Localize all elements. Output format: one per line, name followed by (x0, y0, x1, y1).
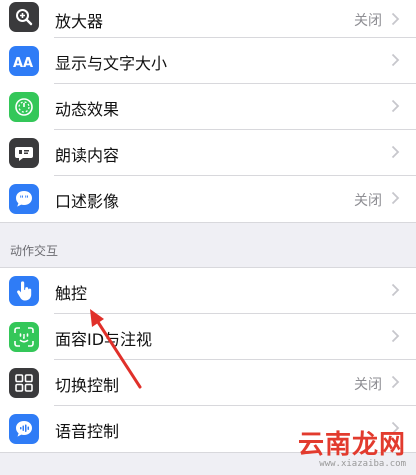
section-header-interaction: 动作交互 (0, 223, 416, 267)
watermark: 云南龙网 www.xiazaiba.com (298, 424, 406, 469)
touch-hand-icon (9, 276, 39, 306)
settings-row-label: 放大器 (55, 12, 104, 31)
settings-row-face-id-attention[interactable]: 面容ID与注视 (0, 314, 416, 360)
svg-text:": " (25, 195, 29, 204)
settings-row-magnifier[interactable]: 放大器 关闭 (0, 0, 416, 38)
settings-row-value: 关闭 (354, 377, 382, 393)
settings-row-label: 口述影像 (55, 192, 120, 211)
chevron-right-icon (391, 99, 400, 113)
settings-row-value: 关闭 (354, 13, 382, 29)
settings-row-label: 面容ID与注视 (55, 330, 153, 349)
svg-text:": " (20, 195, 24, 204)
chevron-right-icon (391, 12, 400, 26)
settings-row-touch[interactable]: 触控 (0, 268, 416, 314)
text-size-icon: AA (9, 46, 39, 76)
settings-row-value: 关闭 (354, 193, 382, 209)
section-header-label: 动作交互 (10, 244, 59, 258)
chevron-right-icon (391, 375, 400, 389)
voice-control-icon (9, 414, 39, 444)
settings-row-spoken-content[interactable]: 朗读内容 (0, 130, 416, 176)
chevron-right-icon (391, 329, 400, 343)
chevron-right-icon (391, 283, 400, 297)
watermark-title: 云南龙网 (297, 430, 406, 460)
speak-icon (9, 138, 39, 168)
audio-description-icon: " " (9, 184, 39, 214)
settings-row-label: 触控 (55, 284, 88, 303)
settings-row-label: 显示与文字大小 (55, 54, 168, 73)
settings-row-label: 切换控制 (55, 376, 120, 395)
chevron-right-icon (391, 145, 400, 159)
face-id-icon (9, 322, 39, 352)
chevron-right-icon (391, 53, 400, 67)
magnifier-icon (9, 2, 39, 32)
switch-control-icon (9, 368, 39, 398)
settings-group-vision: 放大器 关闭 AA 显示与文字大小 动态效果 朗读内容 " " 口述影像 关闭 (0, 0, 416, 223)
settings-row-switch-control[interactable]: 切换控制 关闭 (0, 360, 416, 406)
settings-page: 放大器 关闭 AA 显示与文字大小 动态效果 朗读内容 " " 口述影像 关闭 … (0, 0, 416, 475)
motion-icon (9, 92, 39, 122)
settings-row-display-text-size[interactable]: AA 显示与文字大小 (0, 38, 416, 84)
settings-row-motion[interactable]: 动态效果 (0, 84, 416, 130)
settings-row-audio-descriptions[interactable]: " " 口述影像 关闭 (0, 176, 416, 222)
settings-row-label: 朗读内容 (55, 146, 120, 165)
chevron-right-icon (391, 191, 400, 205)
settings-row-label: 动态效果 (55, 100, 120, 119)
svg-text:AA: AA (13, 56, 33, 69)
settings-row-label: 语音控制 (55, 422, 120, 441)
